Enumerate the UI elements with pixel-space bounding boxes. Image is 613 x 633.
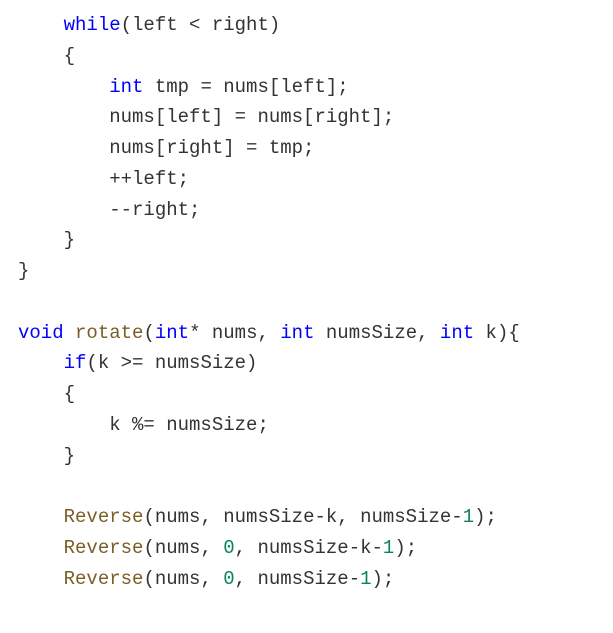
code-line: Reverse(nums, numsSize-k, numsSize-1);	[18, 506, 497, 528]
code-line: {	[18, 45, 75, 67]
code-line: nums[right] = tmp;	[18, 137, 314, 159]
code-line: int tmp = nums[left];	[18, 76, 349, 98]
code-line: while(left < right)	[18, 14, 280, 36]
code-line: --right;	[18, 199, 200, 221]
code-line: nums[left] = nums[right];	[18, 106, 394, 128]
code-line: }	[18, 260, 29, 282]
code-line: void rotate(int* nums, int numsSize, int…	[18, 322, 520, 344]
code-line: k %= numsSize;	[18, 414, 269, 436]
code-line: {	[18, 383, 75, 405]
code-line: }	[18, 229, 75, 251]
code-line: Reverse(nums, 0, numsSize-1);	[18, 568, 394, 590]
code-line: }	[18, 445, 75, 467]
code-line: if(k >= numsSize)	[18, 352, 257, 374]
code-line: Reverse(nums, 0, numsSize-k-1);	[18, 537, 417, 559]
code-block: while(left < right) { int tmp = nums[lef…	[0, 0, 613, 595]
code-line: ++left;	[18, 168, 189, 190]
